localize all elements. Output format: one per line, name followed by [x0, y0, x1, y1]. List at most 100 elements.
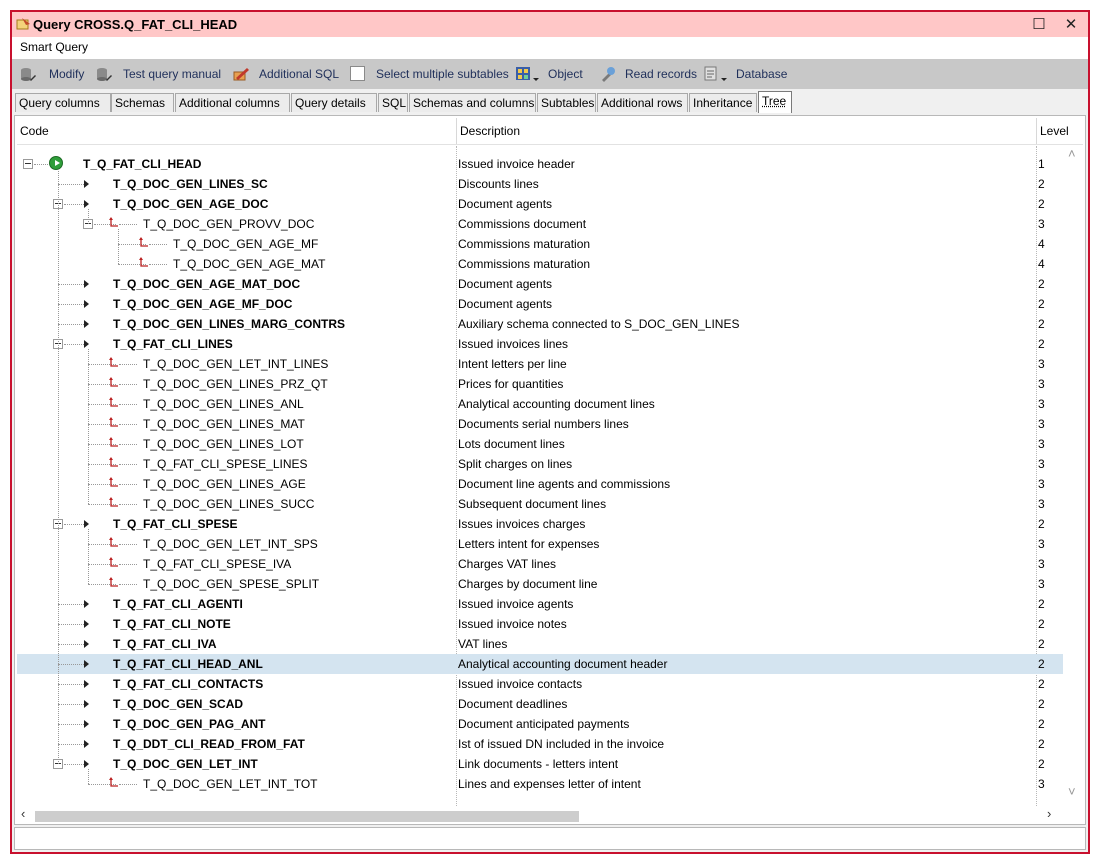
tree-connector	[119, 784, 137, 785]
tree-row[interactable]: T_Q_DOC_GEN_LINES_MARG_CONTRS Auxiliary s…	[17, 314, 1063, 334]
tree-row[interactable]: T_Q_FAT_CLI_SPESE_LINES Split charges on …	[17, 454, 1063, 474]
node-code: T_Q_DOC_GEN_LINES_MAT	[143, 417, 305, 431]
expand-arrow-icon[interactable]	[84, 320, 89, 328]
scroll-left-arrow-icon[interactable]: ‹	[21, 806, 25, 821]
expand-arrow-icon[interactable]	[84, 520, 89, 528]
tree-row[interactable]: T_Q_DOC_GEN_AGE_MF_DOC Document agents 2	[17, 294, 1063, 314]
expand-arrow-icon[interactable]	[84, 300, 89, 308]
tree-row[interactable]: T_Q_DOC_GEN_SCAD Document deadlines 2	[17, 694, 1063, 714]
header-separator[interactable]	[456, 118, 457, 144]
tree-row[interactable]: T_Q_DOC_GEN_AGE_MAT Commissions maturatio…	[17, 254, 1063, 274]
tree-row[interactable]: T_Q_FAT_CLI_IVA VAT lines 2	[17, 634, 1063, 654]
horizontal-scroll-thumb[interactable]	[35, 811, 579, 822]
tree-row[interactable]: T_Q_DOC_GEN_LINES_AGE Document line agent…	[17, 474, 1063, 494]
tree-row[interactable]: T_Q_FAT_CLI_HEAD Issued invoice header 1	[17, 154, 1063, 174]
tree-row[interactable]: T_Q_DOC_GEN_LINES_MAT Documents serial nu…	[17, 414, 1063, 434]
tree-row[interactable]: T_Q_DDT_CLI_READ_FROM_FAT Ist of issued D…	[17, 734, 1063, 754]
tab-schemas-and-columns[interactable]: Schemas and columns	[409, 93, 536, 112]
expand-arrow-icon[interactable]	[84, 340, 89, 348]
tree-row[interactable]: T_Q_DOC_GEN_AGE_MAT_DOC Document agents 2	[17, 274, 1063, 294]
node-description: Document line agents and commissions	[458, 477, 671, 491]
tree-row[interactable]: T_Q_FAT_CLI_HEAD_ANL Analytical accountin…	[17, 654, 1063, 674]
tree-guide-line	[88, 529, 89, 584]
tree-connector	[119, 224, 137, 225]
tab-inheritance[interactable]: Inheritance	[689, 93, 757, 112]
node-code: T_Q_DOC_GEN_LINES_ANL	[143, 397, 304, 411]
tree-row[interactable]: T_Q_DOC_GEN_PAG_ANT Document anticipated …	[17, 714, 1063, 734]
tree-row[interactable]: T_Q_DOC_GEN_LINES_SC Discounts lines 2	[17, 174, 1063, 194]
header-level[interactable]: Level	[1040, 124, 1069, 138]
tab-additional-rows[interactable]: Additional rows	[597, 93, 688, 112]
menu-smart-query[interactable]: Smart Query	[20, 40, 88, 54]
tree-row[interactable]: T_Q_DOC_GEN_LINES_ANL Analytical accounti…	[17, 394, 1063, 414]
expand-arrow-icon[interactable]	[84, 700, 89, 708]
modify-button[interactable]: Modify	[20, 65, 90, 83]
expand-arrow-icon[interactable]	[84, 720, 89, 728]
tab-additional-columns[interactable]: Additional columns	[175, 93, 290, 112]
tree-row[interactable]: T_Q_DOC_GEN_LINES_SUCC Subsequent documen…	[17, 494, 1063, 514]
tree-guide-line	[58, 169, 59, 764]
tree-row[interactable]: T_Q_FAT_CLI_NOTE Issued invoice notes 2	[17, 614, 1063, 634]
select-multiple-subtables-checkbox[interactable]: Select multiple subtables	[350, 65, 520, 83]
query-window: Query CROSS.Q_FAT_CLI_HEAD ☐ ✕ Smart Que…	[10, 10, 1090, 854]
tree-row[interactable]: T_Q_FAT_CLI_SPESE Issues invoices charges…	[17, 514, 1063, 534]
tree-row[interactable]: T_Q_FAT_CLI_AGENTI Issued invoice agents 2	[17, 594, 1063, 614]
tree-row[interactable]: T_Q_DOC_GEN_LET_INT Link documents - lett…	[17, 754, 1063, 774]
link-arrow-icon	[109, 777, 118, 787]
expand-arrow-icon[interactable]	[84, 680, 89, 688]
scroll-up-arrow-icon[interactable]: ˄	[1068, 146, 1076, 161]
scroll-right-arrow-icon[interactable]: ›	[1047, 806, 1051, 821]
expand-arrow-icon[interactable]	[84, 740, 89, 748]
tab-sql[interactable]: SQL	[378, 93, 408, 112]
link-arrow-icon	[109, 397, 118, 407]
tree-connector	[58, 744, 86, 745]
expand-arrow-icon[interactable]	[84, 280, 89, 288]
header-description[interactable]: Description	[460, 124, 520, 138]
tab-subtables[interactable]: Subtables	[537, 93, 596, 112]
object-button[interactable]: Object	[516, 65, 596, 83]
vertical-scrollbar[interactable]: ˄ ˅	[1065, 146, 1081, 802]
header-code[interactable]: Code	[20, 124, 49, 138]
tree-row[interactable]: T_Q_DOC_GEN_LET_INT_SPS Letters intent fo…	[17, 534, 1063, 554]
tree-row[interactable]: T_Q_DOC_GEN_LINES_LOT Lots document lines…	[17, 434, 1063, 454]
expand-arrow-icon[interactable]	[84, 200, 89, 208]
select-multiple-checkbox-box[interactable]	[350, 66, 365, 81]
node-level: 3	[1038, 777, 1045, 791]
tree-row[interactable]: T_Q_DOC_GEN_SPESE_SPLIT Charges by docume…	[17, 574, 1063, 594]
expand-arrow-icon[interactable]	[84, 600, 89, 608]
tree-row[interactable]: T_Q_FAT_CLI_SPESE_IVA Charges VAT lines 3	[17, 554, 1063, 574]
close-button[interactable]: ✕	[1057, 14, 1085, 35]
test-query-button[interactable]: Test query manual	[96, 65, 226, 83]
database-button[interactable]: Database	[704, 65, 794, 83]
expand-arrow-icon[interactable]	[84, 620, 89, 628]
node-description: Commissions maturation	[458, 257, 591, 271]
tree-row[interactable]: T_Q_DOC_GEN_LINES_PRZ_QT Prices for quant…	[17, 374, 1063, 394]
tree-row[interactable]: T_Q_FAT_CLI_LINES Issued invoices lines 2	[17, 334, 1063, 354]
tree-row[interactable]: T_Q_DOC_GEN_AGE_DOC Document agents 2	[17, 194, 1063, 214]
scroll-down-arrow-icon[interactable]: ˅	[1068, 784, 1076, 799]
tab-query-details[interactable]: Query details	[291, 93, 377, 112]
expand-arrow-icon[interactable]	[84, 640, 89, 648]
collapse-toggle[interactable]	[23, 159, 33, 169]
tab-tree[interactable]: Tree	[758, 91, 792, 113]
expand-arrow-icon[interactable]	[84, 760, 89, 768]
expand-arrow-icon[interactable]	[84, 180, 89, 188]
horizontal-scrollbar[interactable]: ‹ ›	[17, 806, 1063, 824]
tab-query-columns[interactable]: Query columns	[15, 93, 111, 112]
tree-row[interactable]: T_Q_FAT_CLI_CONTACTS Issued invoice conta…	[17, 674, 1063, 694]
tree-row[interactable]: T_Q_DOC_GEN_PROVV_DOC Commissions documen…	[17, 214, 1063, 234]
header-separator[interactable]	[1036, 118, 1037, 144]
maximize-button[interactable]: ☐	[1025, 14, 1053, 35]
tab-schemas[interactable]: Schemas	[111, 93, 174, 112]
title-bar[interactable]: Query CROSS.Q_FAT_CLI_HEAD ☐ ✕	[12, 12, 1088, 37]
tree-row[interactable]: T_Q_DOC_GEN_AGE_MF Commissions maturation…	[17, 234, 1063, 254]
tree-row[interactable]: T_Q_DOC_GEN_LET_INT_LINES Intent letters …	[17, 354, 1063, 374]
tab-label: Schemas and columns	[413, 96, 535, 110]
tree-row[interactable]: T_Q_DOC_GEN_LET_INT_TOT Lines and expense…	[17, 774, 1063, 794]
node-code: T_Q_FAT_CLI_CONTACTS	[113, 677, 264, 691]
additional-sql-button[interactable]: Additional SQL	[232, 65, 342, 83]
read-records-button[interactable]: Read records	[600, 65, 700, 83]
node-level: 3	[1038, 457, 1045, 471]
node-code: T_Q_DOC_GEN_LET_INT_SPS	[143, 537, 318, 551]
expand-arrow-icon[interactable]	[84, 660, 89, 668]
